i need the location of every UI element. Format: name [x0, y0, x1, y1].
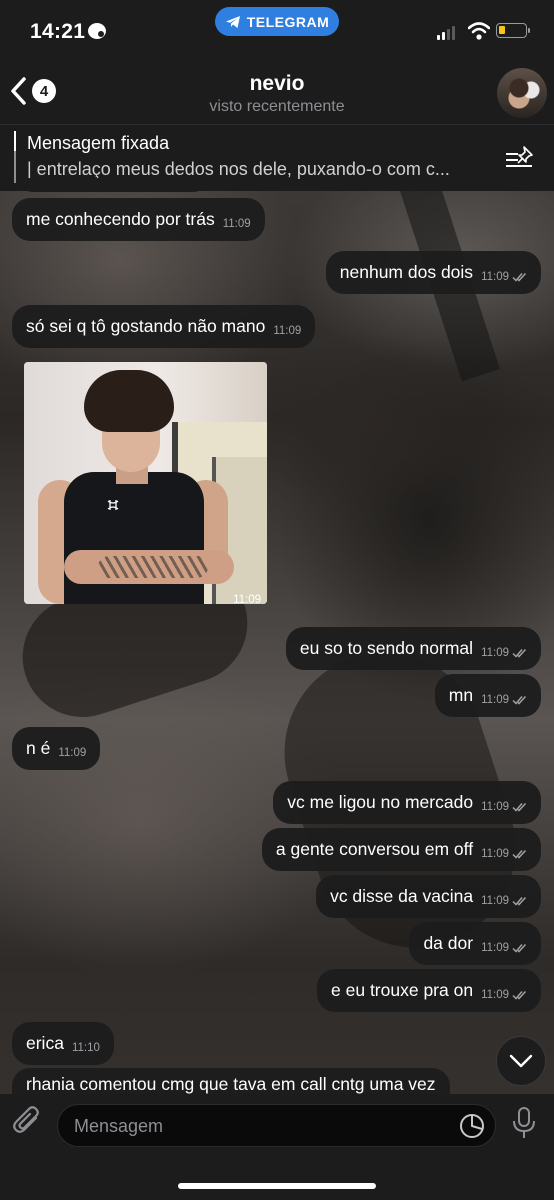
- message-text: n é: [26, 738, 51, 758]
- avatar[interactable]: [497, 68, 547, 118]
- chat-last-seen: visto recentemente: [209, 98, 345, 115]
- microphone-icon[interactable]: [510, 1106, 538, 1140]
- message-outgoing[interactable]: eu so to sendo normal 11:09: [285, 627, 541, 670]
- message-time: 11:09: [481, 848, 509, 860]
- message-outgoing[interactable]: nenhum dos dois 11:09: [325, 251, 541, 294]
- message-outgoing[interactable]: da dor 11:09: [409, 922, 541, 965]
- scroll-to-bottom-button[interactable]: [496, 1036, 546, 1086]
- palette-icon: [88, 23, 106, 39]
- message-text: nenhum dos dois: [339, 262, 474, 282]
- wifi-icon: [468, 22, 490, 40]
- message-input-placeholder: Mensagem: [74, 1116, 164, 1136]
- message-time: 11:09: [481, 694, 509, 706]
- message-input[interactable]: Mensagem: [57, 1104, 496, 1147]
- message-outgoing[interactable]: vc me ligou no mercado 11:09: [273, 781, 541, 824]
- read-check-icon: [512, 272, 527, 282]
- telegram-pill[interactable]: TELEGRAM: [215, 7, 339, 36]
- message-text: só sei q tô gostando não mano: [26, 316, 266, 336]
- chat-header: 4 nevio visto recentemente: [0, 62, 554, 124]
- telegram-plane-icon: [225, 15, 240, 28]
- message-text: da dor: [423, 933, 474, 953]
- message-time: 11:09: [481, 942, 509, 954]
- status-time: 14:21: [30, 20, 86, 43]
- battery-icon: [496, 23, 530, 38]
- message-text: vc me ligou no mercado: [287, 792, 474, 812]
- message-incoming[interactable]: só sei q tô gostando não mano 11:09: [12, 305, 316, 348]
- pinned-preview: | entrelaço meus dedos nos dele, puxando…: [27, 159, 450, 179]
- sticker-icon[interactable]: [459, 1113, 485, 1139]
- message-outgoing[interactable]: e eu trouxe pra on 11:09: [317, 969, 541, 1012]
- read-check-icon: [512, 648, 527, 658]
- message-time: 11:09: [481, 895, 509, 907]
- message-text: vc disse da vacina: [330, 886, 474, 906]
- message-text: rhania comentou cmg que tava em call cnt…: [26, 1074, 436, 1094]
- message-text: e eu trouxe pra on: [331, 980, 474, 1000]
- message-time: 11:09: [481, 801, 509, 813]
- message-text: mn: [448, 685, 474, 705]
- message-incoming[interactable]: erica 11:10: [12, 1022, 114, 1065]
- message-outgoing[interactable]: vc disse da vacina 11:09: [316, 875, 541, 918]
- message-time: 11:09: [58, 747, 87, 759]
- chevron-down-icon: [509, 1054, 533, 1068]
- message-incoming[interactable]: me conhecendo por trás 11:09: [12, 198, 265, 241]
- read-check-icon: [512, 990, 527, 1000]
- message-outgoing[interactable]: a gente conversou em off 11:09: [261, 828, 541, 871]
- message-text: me conhecendo por trás: [26, 209, 215, 229]
- chat-title[interactable]: nevio: [0, 72, 554, 96]
- telegram-pill-label: TELEGRAM: [246, 13, 330, 30]
- message-time: 11:09: [481, 271, 509, 283]
- read-check-icon: [512, 896, 527, 906]
- home-indicator: [178, 1183, 376, 1189]
- message-outgoing[interactable]: mn 11:09: [434, 674, 541, 717]
- read-check-icon: [512, 943, 527, 953]
- read-check-icon: [512, 849, 527, 859]
- cellular-signal-icon: [437, 26, 455, 40]
- pinned-title: Mensagem fixada: [27, 133, 170, 153]
- message-bubble-partial: [18, 178, 208, 192]
- message-time: 11:09: [222, 218, 251, 230]
- photo-message[interactable]: 11:09: [24, 362, 267, 604]
- message-text: a gente conversou em off: [275, 839, 474, 859]
- message-time: 11:09: [481, 647, 509, 659]
- paperclip-icon[interactable]: [12, 1104, 44, 1136]
- pinned-indicator: [14, 131, 16, 183]
- message-time: 11:09: [481, 989, 509, 1001]
- message-incoming[interactable]: n é 11:09: [12, 727, 101, 770]
- pinned-list-icon[interactable]: [504, 145, 536, 171]
- brand-logo-icon: [107, 500, 119, 510]
- message-time: 11:09: [273, 325, 302, 337]
- read-check-icon: [512, 695, 527, 705]
- message-time: 11:09: [233, 594, 261, 604]
- status-bar: 14:21 TELEGRAM: [0, 0, 554, 62]
- read-check-icon: [512, 802, 527, 812]
- message-text: eu so to sendo normal: [299, 638, 474, 658]
- message-time: 11:10: [71, 1042, 100, 1054]
- message-text: erica: [26, 1033, 64, 1053]
